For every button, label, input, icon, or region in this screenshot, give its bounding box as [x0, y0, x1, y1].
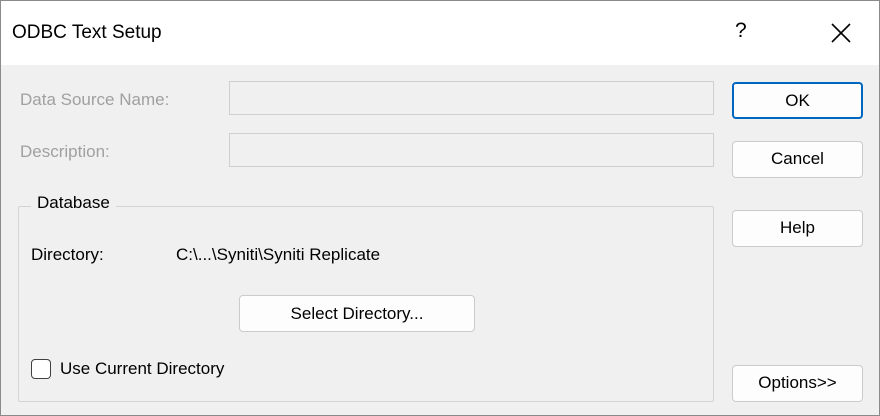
close-icon	[831, 23, 851, 43]
description-label: Description:	[20, 142, 110, 161]
cancel-button[interactable]: Cancel	[732, 141, 863, 178]
dialog-title: ODBC Text Setup	[12, 22, 162, 43]
description-field[interactable]	[229, 133, 714, 167]
use-current-directory-label[interactable]: Use Current Directory	[60, 359, 224, 379]
ok-button[interactable]: OK	[732, 82, 863, 119]
data-source-name-field[interactable]	[229, 81, 714, 115]
close-button[interactable]	[827, 19, 855, 47]
odbc-text-setup-dialog: ODBC Text Setup ? Data Source Name: Desc…	[0, 0, 880, 416]
use-current-directory-checkbox[interactable]	[31, 359, 51, 379]
select-directory-button[interactable]: Select Directory...	[239, 295, 475, 332]
data-source-name-label: Data Source Name:	[20, 90, 170, 109]
help-question-button[interactable]: ?	[735, 19, 747, 43]
directory-label: Directory:	[31, 245, 104, 264]
directory-value: C:\...\Syniti\Syniti Replicate	[176, 245, 381, 264]
database-group-label: Database	[31, 193, 116, 213]
help-button[interactable]: Help	[732, 210, 863, 247]
title-bar: ODBC Text Setup ?	[1, 1, 879, 65]
options-button[interactable]: Options>>	[732, 365, 863, 402]
